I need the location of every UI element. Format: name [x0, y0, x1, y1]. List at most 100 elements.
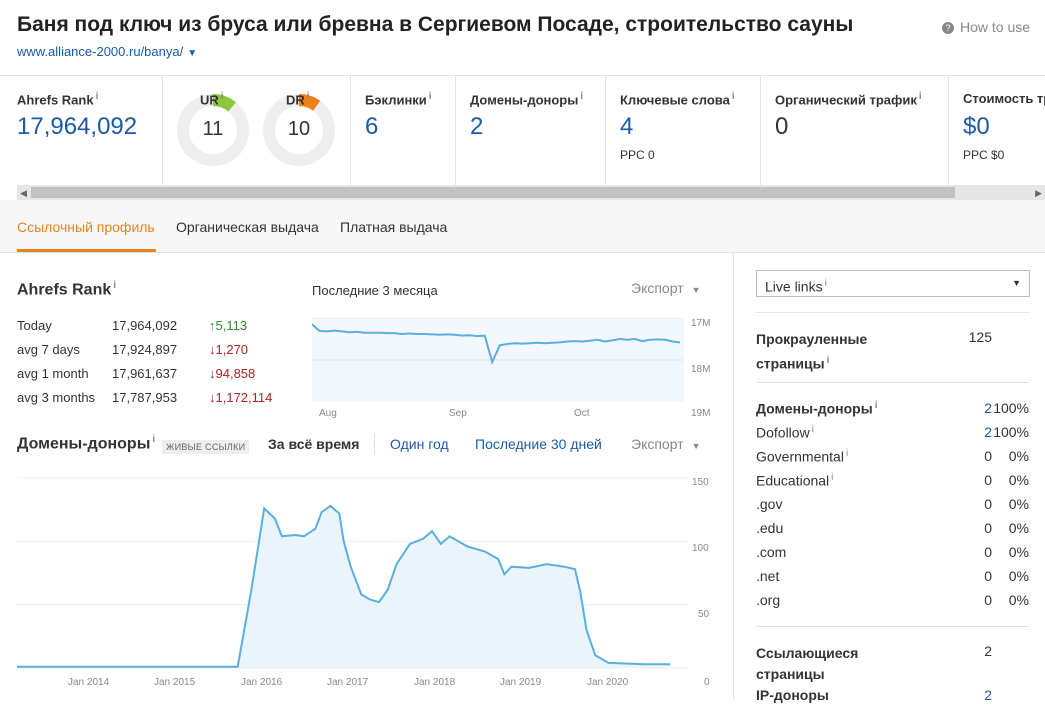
filter-all-time[interactable]: За всё время	[268, 436, 359, 452]
ahrefs-rank-value: 17,964,092	[17, 113, 138, 140]
breakdown-count: 0	[984, 592, 992, 608]
rank-value: 17,964,092	[112, 318, 178, 333]
breakdown-label-wrap: .net	[756, 568, 779, 584]
how-to-use-label[interactable]: How to use	[960, 19, 1030, 35]
metrics-scrollbar[interactable]: ◀ ▶	[17, 185, 1045, 200]
breakdown-count: 0	[984, 448, 992, 464]
export-label[interactable]: Экспорт	[631, 280, 684, 296]
traffic-value-value[interactable]: $0	[963, 113, 990, 141]
scroll-right-icon[interactable]: ▶	[1035, 188, 1042, 199]
info-icon[interactable]: i	[96, 91, 99, 102]
metric-label: Бэклинки	[365, 92, 427, 108]
breakdown-label: Educational	[756, 472, 830, 489]
breakdown-percent: 0%	[1008, 544, 1029, 560]
metrics-strip: Ahrefs Rank i 17,964,092 UR i 11 DR i 10 Бэ…	[0, 75, 1045, 186]
live-links-select[interactable]: Live links i ▼	[756, 270, 1030, 297]
info-icon[interactable]: i	[919, 91, 922, 102]
breakdown-count[interactable]: 2	[936, 424, 992, 440]
y-tick-label: 50	[698, 609, 710, 620]
question-icon: ?	[942, 22, 954, 34]
rank-delta-value: 94,858	[215, 366, 256, 381]
breakdown-percent: 0%	[1008, 472, 1029, 488]
target-url-text[interactable]: www.alliance-2000.ru/banya/	[17, 44, 183, 59]
scroll-left-icon[interactable]: ◀	[20, 188, 27, 199]
rank-export-button[interactable]: Экспорт ▼	[631, 280, 701, 296]
breakdown-label-wrap: Домены-доноры i	[756, 400, 877, 417]
how-to-use-link[interactable]: ? How to use	[942, 19, 1030, 35]
rank-period: avg 1 month	[17, 366, 89, 381]
x-tick-label: Aug	[319, 408, 337, 419]
active-tab-underline	[17, 249, 156, 252]
tab-backlink-profile[interactable]: Ссылочный профиль	[17, 219, 155, 235]
page-title: Баня под ключ из бруса или бревна в Серг…	[17, 13, 854, 36]
breakdown-row: Dofollow i 2 100%	[756, 424, 1029, 448]
scrollbar-thumb[interactable]	[31, 187, 955, 198]
ur-value: 11	[202, 118, 224, 140]
x-tick-label: Jan 2015	[154, 677, 196, 688]
info-icon[interactable]: i	[846, 448, 848, 459]
export-dropdown-icon[interactable]: ▼	[692, 285, 701, 295]
url-dropdown-chevron-icon[interactable]: ▼	[187, 48, 197, 59]
y-tick-label: 100	[692, 543, 709, 554]
rank-delta: ↓94,858	[209, 366, 255, 381]
rank-delta: ↓1,172,114	[209, 390, 272, 405]
breakdown-label-wrap: .edu	[756, 520, 783, 536]
y-tick-label: 0	[704, 677, 710, 688]
info-icon[interactable]: i	[875, 400, 878, 411]
target-url[interactable]: www.alliance-2000.ru/banya/ ▼	[17, 44, 197, 59]
x-tick-label: Oct	[574, 408, 590, 419]
rank-period: avg 7 days	[17, 342, 80, 357]
rank-section-title: Ahrefs Rank i	[17, 280, 116, 299]
breakdown-label: .edu	[756, 520, 784, 536]
backlinks-value[interactable]: 6	[365, 113, 378, 141]
rank-delta: ↑5,113	[209, 318, 247, 333]
info-icon[interactable]: i	[831, 472, 833, 483]
info-icon[interactable]: i	[307, 91, 310, 102]
keywords-value[interactable]: 4	[620, 113, 633, 141]
rank-delta-value: 5,113	[215, 318, 248, 333]
breakdown-row: Educational i 0 0%	[756, 472, 1029, 496]
keywords-ppc: PPC 0	[620, 148, 655, 162]
rank-value: 17,924,897	[112, 342, 178, 357]
divider	[756, 626, 1029, 627]
breakdown-label-wrap: .com	[756, 544, 786, 560]
ref-domains-value[interactable]: 2	[470, 113, 483, 141]
info-icon[interactable]: i	[113, 280, 116, 291]
x-tick-label: Jan 2019	[500, 677, 542, 688]
info-icon[interactable]: i	[732, 91, 735, 102]
referring-pages-row: Ссылающиеся страницы 2	[756, 643, 1029, 687]
breakdown-count: 0	[984, 544, 992, 560]
metric-traffic-value: Стоимость тр $0 PPC $0	[948, 76, 1045, 186]
breakdown-count: 0	[984, 520, 992, 536]
info-icon[interactable]: i	[827, 355, 830, 366]
tab-paid-search[interactable]: Платная выдача	[340, 219, 447, 235]
metric-backlinks: Бэклинки i 6	[350, 76, 456, 186]
info-icon[interactable]: i	[812, 424, 814, 435]
export-label[interactable]: Экспорт	[631, 436, 684, 452]
rank-delta: ↓1,270	[209, 342, 248, 357]
info-icon[interactable]: i	[221, 91, 224, 102]
filter-one-year[interactable]: Один год	[390, 436, 449, 452]
crawled-pages-label: Прокрауленные страницы	[756, 331, 868, 372]
divider	[756, 382, 1029, 383]
info-icon[interactable]: i	[825, 278, 827, 289]
ref-domains-export-button[interactable]: Экспорт ▼	[631, 436, 701, 452]
metric-ahrefs-rank: Ahrefs Rank i 17,964,092	[0, 76, 163, 186]
export-dropdown-icon[interactable]: ▼	[692, 441, 701, 451]
live-links-select-value[interactable]: Live links	[765, 279, 823, 295]
rank-chart	[312, 318, 684, 402]
info-icon[interactable]: i	[429, 91, 432, 102]
ref-domains-chart	[17, 477, 688, 669]
rank-delta-value: 1,270	[215, 342, 249, 357]
chevron-down-icon[interactable]: ▼	[1012, 271, 1021, 296]
live-links-badge-text: ЖИВЫЕ ССЫЛКИ	[162, 440, 250, 454]
ip-donors-value[interactable]: 2	[906, 687, 992, 703]
info-icon[interactable]: i	[152, 434, 155, 445]
tab-organic-search[interactable]: Органическая выдача	[176, 219, 319, 235]
info-icon[interactable]: i	[580, 91, 583, 102]
breakdown-row: .org 0 0%	[756, 592, 1029, 616]
metric-label: Ключевые слова	[620, 92, 730, 108]
breakdown-count[interactable]: 2	[936, 400, 992, 416]
filter-last-30-days[interactable]: Последние 30 дней	[475, 436, 602, 452]
y-tick-label: 150	[692, 477, 709, 488]
